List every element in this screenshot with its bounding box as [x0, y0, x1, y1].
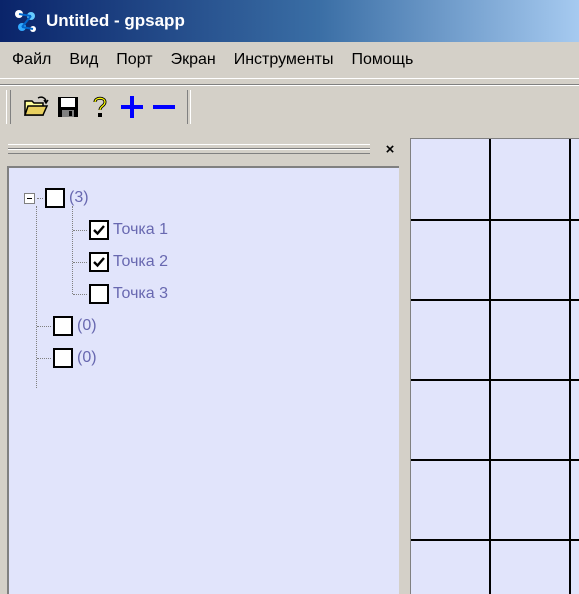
tree-item-point-2[interactable]: Точка 2	[73, 248, 168, 276]
checkmark-icon	[93, 257, 105, 268]
tree-connector-h	[37, 197, 43, 199]
group-label: (3)	[69, 189, 89, 206]
grid-line	[411, 539, 579, 541]
grid-line	[411, 379, 579, 381]
title-bar[interactable]: Untitled - gpsapp	[0, 0, 579, 42]
toolbar-separator	[187, 90, 191, 124]
menu-view[interactable]: Вид	[60, 51, 107, 69]
menu-file[interactable]: Файл	[0, 51, 60, 69]
zoom-out-icon	[153, 105, 175, 109]
save-icon	[58, 97, 78, 117]
menu-tools[interactable]: Инструменты	[225, 51, 343, 69]
zoom-in-button[interactable]	[117, 92, 147, 122]
tree-connector-h	[73, 293, 87, 295]
tree-connector-h	[37, 325, 51, 327]
menu-port[interactable]: Порт	[107, 51, 161, 69]
grid-line	[411, 459, 579, 461]
point-2-checkbox[interactable]	[89, 252, 109, 272]
zoom-out-button[interactable]	[149, 92, 179, 122]
menu-help[interactable]: Помощь	[342, 51, 422, 69]
save-button[interactable]	[53, 92, 83, 122]
tree-connector-h	[73, 261, 87, 263]
grid-line	[489, 139, 491, 594]
panel-header[interactable]: ×	[0, 138, 404, 164]
points-panel: × (3) Точка 1 Точка 2 Точка 3 (0) (0)	[0, 138, 404, 594]
open-button[interactable]	[21, 92, 51, 122]
point-3-checkbox[interactable]	[89, 284, 109, 304]
checkmark-icon	[93, 225, 105, 236]
collapse-icon[interactable]	[24, 192, 35, 204]
group-label: (0)	[77, 349, 97, 366]
tree-group[interactable]: (3)	[24, 184, 89, 212]
help-button[interactable]	[85, 92, 115, 122]
menu-screen[interactable]: Экран	[162, 51, 225, 69]
help-icon	[93, 96, 107, 117]
zoom-in-icon	[121, 96, 143, 118]
tree-item-point-1[interactable]: Точка 1	[73, 216, 168, 244]
map-view[interactable]	[410, 138, 579, 594]
menu-bar: Файл Вид Порт Экран Инструменты Помощь	[0, 42, 579, 79]
toolbar	[0, 84, 579, 129]
point-1-checkbox[interactable]	[89, 220, 109, 240]
tree-connector-h	[37, 357, 51, 359]
grid-line	[411, 219, 579, 221]
point-2-label: Точка 2	[113, 253, 168, 270]
group-label: (0)	[77, 317, 97, 334]
points-tree: (3) Точка 1 Точка 2 Точка 3 (0) (0)	[7, 166, 399, 594]
grid-line	[411, 299, 579, 301]
point-3-label: Точка 3	[113, 285, 168, 302]
group-checkbox[interactable]	[45, 188, 65, 208]
panel-grip-line	[8, 149, 370, 154]
tree-item-point-3[interactable]: Точка 3	[73, 280, 168, 308]
group-checkbox[interactable]	[53, 348, 73, 368]
tree-connector-h	[73, 229, 87, 231]
tree-group[interactable]: (0)	[37, 344, 97, 372]
grid-line	[569, 139, 571, 594]
app-icon	[10, 6, 40, 36]
window-title: Untitled - gpsapp	[46, 11, 185, 30]
point-1-label: Точка 1	[113, 221, 168, 238]
panel-close-button[interactable]: ×	[382, 142, 398, 158]
open-folder-icon	[23, 96, 49, 116]
group-checkbox[interactable]	[53, 316, 73, 336]
toolbar-grip[interactable]	[6, 90, 11, 124]
app-window: Untitled - gpsapp Файл Вид Порт Экран Ин…	[0, 0, 579, 594]
tree-group[interactable]: (0)	[37, 312, 97, 340]
